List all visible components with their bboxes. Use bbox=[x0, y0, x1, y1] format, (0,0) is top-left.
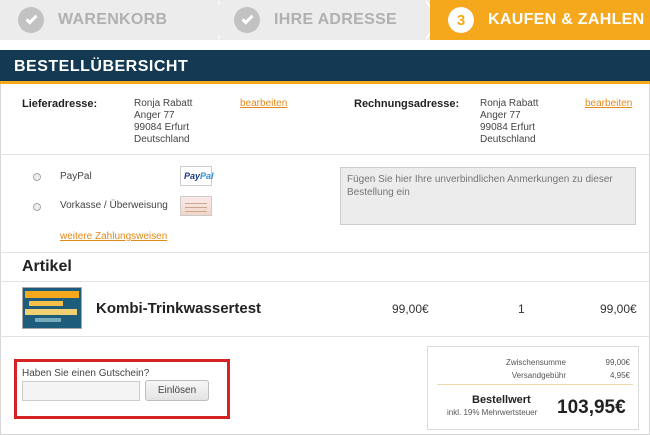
product-thumbnail[interactable] bbox=[22, 287, 82, 329]
divider bbox=[0, 281, 650, 282]
address-line: Deutschland bbox=[134, 134, 190, 145]
order-overview-header: BESTELLÜBERSICHT bbox=[0, 50, 650, 84]
order-notes-input[interactable] bbox=[340, 167, 636, 225]
step-cart-label: WARENKORB bbox=[58, 11, 168, 28]
paypal-logo-text: Pay bbox=[184, 171, 201, 181]
shipping-fee-value: 4,95€ bbox=[609, 371, 630, 380]
voucher-code-input[interactable] bbox=[22, 381, 140, 401]
address-line: Ronja Rabatt bbox=[134, 98, 193, 109]
product-total: 99,00€ bbox=[600, 302, 637, 316]
step-number-badge: 3 bbox=[448, 7, 474, 33]
redeem-voucher-button[interactable]: Einlösen bbox=[145, 380, 209, 401]
radio-prepayment[interactable] bbox=[33, 203, 41, 211]
edit-billing-address-link[interactable]: bearbeiten bbox=[585, 98, 632, 109]
divider bbox=[0, 252, 650, 253]
order-total-label: Bestellwert bbox=[472, 394, 531, 406]
paypal-logo-text: Pal bbox=[200, 171, 214, 181]
subtotal-label: Zwischensumme bbox=[505, 358, 566, 367]
step-buy-pay: 3 KAUFEN & ZAHLEN bbox=[430, 0, 650, 40]
bank-transfer-icon bbox=[180, 196, 212, 216]
address-line: Ronja Rabatt bbox=[480, 98, 539, 109]
step-address-label: IHRE ADRESSE bbox=[274, 11, 398, 28]
checkout-steps: WARENKORB IHRE ADRESSE 3 KAUFEN & ZAHLEN bbox=[0, 0, 650, 40]
edit-shipping-address-link[interactable]: bearbeiten bbox=[240, 98, 287, 109]
divider bbox=[0, 336, 650, 337]
subtotal-value: 99,00€ bbox=[605, 358, 630, 367]
address-line: Anger 77 bbox=[134, 110, 175, 121]
voucher-question: Haben Sie einen Gutschein? bbox=[22, 368, 150, 379]
checkmark-icon bbox=[18, 7, 44, 33]
product-name[interactable]: Kombi-Trinkwassertest bbox=[96, 300, 261, 317]
step-cart[interactable]: WARENKORB bbox=[0, 0, 220, 40]
billing-address-label: Rechnungsadresse: bbox=[354, 98, 460, 110]
radio-paypal[interactable] bbox=[33, 173, 41, 181]
address-line: Anger 77 bbox=[480, 110, 521, 121]
address-line: 99084 Erfurt bbox=[480, 122, 536, 133]
step-buy-pay-label: KAUFEN & ZAHLEN bbox=[488, 11, 645, 28]
shipping-address-label: Lieferadresse: bbox=[22, 98, 98, 110]
step-address[interactable]: IHRE ADRESSE bbox=[220, 0, 430, 40]
checkmark-icon bbox=[234, 7, 260, 33]
billing-address: Ronja Rabatt Anger 77 99084 Erfurt Deuts… bbox=[480, 98, 538, 146]
payment-option-paypal-label: PayPal bbox=[60, 171, 92, 182]
more-payment-methods-link[interactable]: weitere Zahlungsweisen bbox=[60, 231, 167, 242]
shipping-address: Ronja Rabatt Anger 77 99084 Erfurt Deuts… bbox=[134, 98, 192, 146]
shipping-fee-label: Versandgebühr bbox=[511, 371, 566, 380]
product-unit-price: 99,00€ bbox=[392, 302, 429, 316]
address-line: 99084 Erfurt bbox=[134, 122, 190, 133]
articles-heading: Artikel bbox=[22, 258, 72, 275]
paypal-logo-icon: PayPal bbox=[180, 166, 214, 186]
page-title: BESTELLÜBERSICHT bbox=[14, 58, 189, 75]
product-quantity: 1 bbox=[518, 302, 525, 316]
divider bbox=[437, 384, 633, 385]
payment-option-prepayment-label: Vorkasse / Überweisung bbox=[60, 200, 168, 211]
divider bbox=[0, 154, 650, 155]
address-line: Deutschland bbox=[480, 134, 536, 145]
vat-note: inkl. 19% Mehrwertsteuer bbox=[447, 408, 538, 417]
order-total-value: 103,95€ bbox=[557, 397, 626, 418]
